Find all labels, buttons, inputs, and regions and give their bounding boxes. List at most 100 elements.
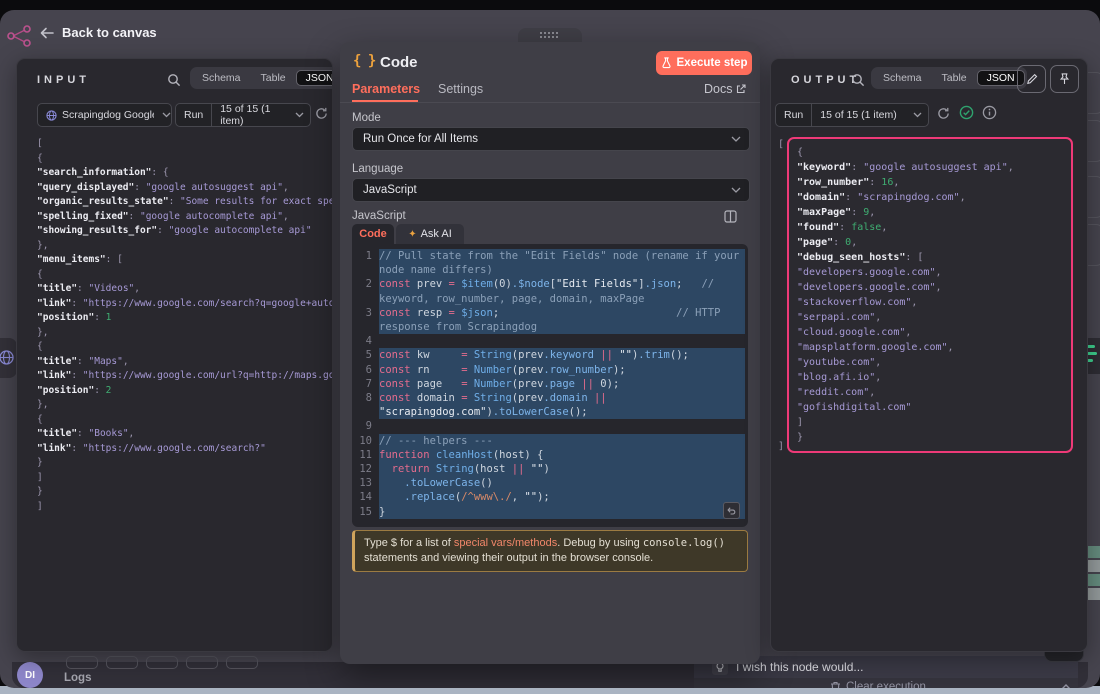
screen: Back to canvas DI Logs I wish this node …	[0, 0, 1100, 694]
docs-label: Docs	[704, 82, 732, 96]
input-node-tab[interactable]	[0, 338, 17, 378]
output-json-view[interactable]: {"keyword": "google autosuggest api","ro…	[797, 145, 1063, 445]
refresh-icon[interactable]	[315, 107, 328, 120]
tab-table[interactable]: Table	[932, 70, 977, 86]
code-editor[interactable]: 1// Pull state from the "Edit Fields" no…	[352, 244, 748, 527]
chevron-up-icon[interactable]	[1060, 682, 1072, 688]
mode-label: Mode	[352, 112, 381, 124]
edit-output-button[interactable]	[1017, 65, 1046, 93]
language-label: Language	[352, 163, 403, 175]
output-run-value: 15 of 15 (1 item)	[812, 104, 898, 126]
hint-special-vars-link[interactable]: special vars/methods	[454, 537, 557, 549]
output-array-open: [	[778, 139, 784, 150]
output-panel: OUTPUT Schema Table JSON Run 15 of 15 (1…	[770, 58, 1088, 652]
code-line[interactable]: 14 .replace(/^www\./, "");	[352, 490, 748, 504]
sparkle-icon: ✦	[408, 229, 416, 240]
logs-ghost-button	[146, 656, 178, 669]
input-json-view[interactable]: [{"search_information": {"query_displaye…	[31, 137, 332, 647]
code-line[interactable]: 5const kw = String(prev.keyword || "").t…	[352, 348, 748, 362]
app-window: Back to canvas DI Logs I wish this node …	[0, 10, 1100, 688]
mode-select[interactable]: Run Once for All Items	[352, 127, 750, 151]
success-check-icon	[959, 105, 974, 120]
code-line[interactable]: 9	[352, 419, 748, 433]
chevron-down-icon	[731, 187, 741, 194]
input-run-selector[interactable]: Run 15 of 15 (1 item)	[175, 103, 311, 127]
output-panel-title: OUTPUT	[791, 74, 860, 86]
output-array-close: ]	[778, 441, 784, 452]
language-select[interactable]: JavaScript	[352, 178, 750, 202]
back-to-canvas-label: Back to canvas	[62, 25, 157, 40]
chevron-down-icon	[162, 112, 171, 118]
tab-ask-ai[interactable]: ✦ Ask AI	[396, 224, 464, 244]
code-line[interactable]: 15}	[352, 505, 748, 519]
avatar[interactable]: DI	[17, 662, 43, 688]
info-icon[interactable]	[982, 105, 997, 120]
grip-dots-icon	[540, 32, 560, 40]
tab-settings[interactable]: Settings	[438, 82, 483, 96]
clear-execution-button[interactable]: Clear execution	[846, 681, 926, 688]
input-run-value: 15 of 15 (1 item)	[212, 104, 295, 126]
code-line[interactable]: 4	[352, 334, 748, 348]
tab-parameters[interactable]: Parameters	[352, 82, 420, 96]
search-icon[interactable]	[167, 73, 181, 87]
code-line[interactable]: 8const domain = String(prev.domain || "s…	[352, 391, 748, 419]
code-line[interactable]: 10// --- helpers ---	[352, 434, 748, 448]
code-line[interactable]: 7const page = Number(prev.page || 0);	[352, 377, 748, 391]
logs-ghost-button	[226, 656, 258, 669]
hint-code-snippet: console.log()	[643, 537, 725, 549]
split-view-icon[interactable]	[724, 210, 737, 223]
trash-icon[interactable]	[830, 681, 841, 688]
code-line[interactable]: 11function cleanHost(host) {	[352, 448, 748, 462]
tab-ask-ai-label: Ask AI	[421, 228, 452, 240]
execute-step-button[interactable]: Execute step	[656, 51, 752, 75]
input-node-selector[interactable]: Scrapingdog Google S	[37, 103, 172, 127]
code-line[interactable]: 3const resp = $json; // HTTP response fr…	[352, 306, 748, 334]
tab-table[interactable]: Table	[251, 70, 296, 86]
code-node-dialog: { } Code Execute step Parameters Setting…	[340, 42, 760, 664]
editor-hint: Type $ for a list of special vars/method…	[352, 530, 748, 572]
node-title: Code	[380, 54, 418, 71]
code-line[interactable]: 13 .toLowerCase()	[352, 476, 748, 490]
logs-label[interactable]: Logs	[64, 672, 91, 684]
hint-text: Type $ for a list of	[364, 537, 454, 549]
code-line[interactable]: 12 return String(host || "")	[352, 462, 748, 476]
input-node-name: Scrapingdog Google S	[62, 109, 154, 121]
chevron-down-icon	[913, 112, 922, 118]
refresh-icon[interactable]	[937, 107, 950, 120]
search-icon[interactable]	[851, 73, 865, 87]
code-line[interactable]: 2const prev = $item(0).$node["Edit Field…	[352, 277, 748, 305]
output-item-box[interactable]: {"keyword": "google autosuggest api","ro…	[787, 137, 1073, 453]
logs-ghost-button	[66, 656, 98, 669]
docs-link[interactable]: Docs	[704, 82, 746, 96]
mode-value: Run Once for All Items	[353, 133, 478, 145]
flask-icon	[661, 57, 672, 69]
pin-data-button[interactable]	[1050, 65, 1079, 93]
logs-ghost-button	[186, 656, 218, 669]
language-value: JavaScript	[353, 184, 417, 196]
hint-text: . Debug by using	[557, 537, 643, 549]
pencil-icon	[1026, 73, 1038, 85]
back-to-canvas-button[interactable]: Back to canvas	[40, 25, 157, 40]
code-node-icon: { }	[353, 53, 375, 69]
editor-history-icon[interactable]	[723, 502, 740, 519]
arrow-left-icon	[40, 27, 54, 39]
globe-icon	[46, 110, 57, 121]
tab-json[interactable]: JSON	[296, 70, 333, 86]
run-label: Run	[776, 104, 811, 126]
tab-code[interactable]: Code	[352, 224, 394, 244]
run-label: Run	[176, 104, 211, 126]
code-line[interactable]: 6const rn = Number(prev.row_number);	[352, 363, 748, 377]
execute-step-label: Execute step	[677, 57, 748, 69]
globe-icon	[0, 349, 15, 366]
editor-label: JavaScript	[352, 210, 406, 222]
logs-ghost-button	[106, 656, 138, 669]
code-line[interactable]: 1// Pull state from the "Edit Fields" no…	[352, 249, 748, 277]
input-panel: INPUT Schema Table JSON Scrapingdog Goog…	[16, 58, 333, 652]
tab-schema[interactable]: Schema	[192, 70, 251, 86]
pushpin-icon	[1059, 73, 1070, 85]
workflow-node-icon	[5, 22, 39, 52]
input-panel-title: INPUT	[37, 74, 90, 86]
output-run-selector[interactable]: Run 15 of 15 (1 item)	[775, 103, 929, 127]
tab-schema[interactable]: Schema	[873, 70, 932, 86]
output-view-tabs: Schema Table JSON	[871, 67, 1027, 89]
